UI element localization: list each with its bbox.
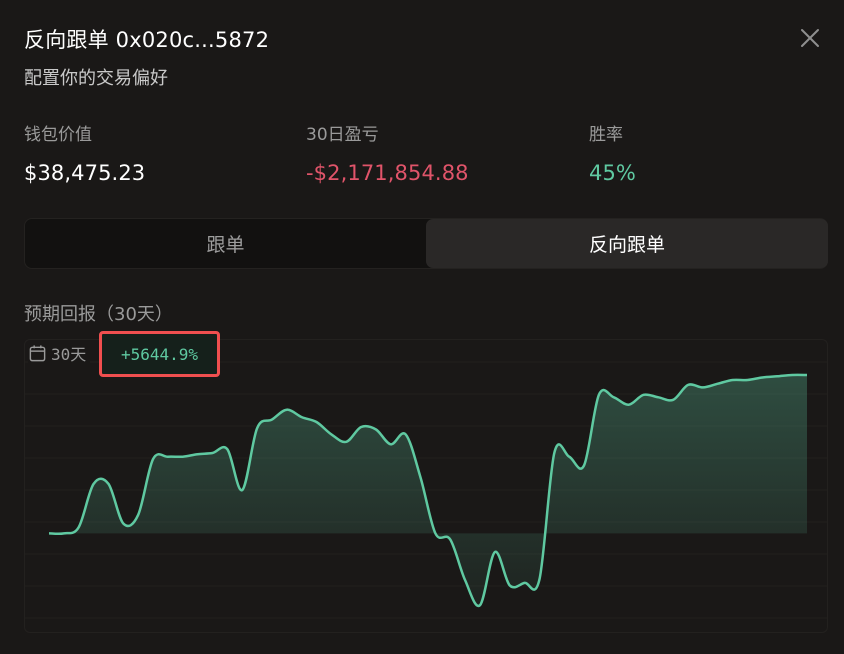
expected-return-badge: +5644.9%	[99, 331, 220, 377]
pnl-30d-label: 30日盈亏	[306, 125, 379, 145]
win-rate-stat: 胜率 45%	[589, 120, 636, 185]
copy-mode-toggle: 跟单 反向跟单	[24, 218, 828, 269]
win-rate-value: 45%	[589, 161, 636, 185]
win-rate-label: 胜率	[589, 125, 623, 145]
close-icon[interactable]	[796, 24, 824, 52]
reverse-trade-tab[interactable]: 反向跟单	[426, 219, 828, 268]
page-subtitle: 配置你的交易偏好	[24, 68, 168, 89]
wallet-value: $38,475.23	[24, 161, 146, 185]
follow-trade-tab[interactable]: 跟单	[25, 219, 426, 268]
period-text: 30天	[51, 345, 87, 364]
wallet-value-label: 钱包价值	[24, 125, 92, 145]
expected-return-title: 预期回报（30天）	[24, 304, 173, 325]
page-title: 反向跟单 0x020c...5872	[24, 28, 270, 52]
return-chart-svg	[25, 361, 827, 619]
period-label: 30天	[28, 341, 91, 365]
calendar-icon	[29, 344, 46, 361]
return-chart	[24, 339, 828, 633]
pnl-30d-stat: 30日盈亏 -$2,171,854.88	[306, 120, 469, 185]
wallet-value-stat: 钱包价值 $38,475.23	[24, 120, 145, 185]
pnl-30d-value: -$2,171,854.88	[306, 161, 469, 185]
